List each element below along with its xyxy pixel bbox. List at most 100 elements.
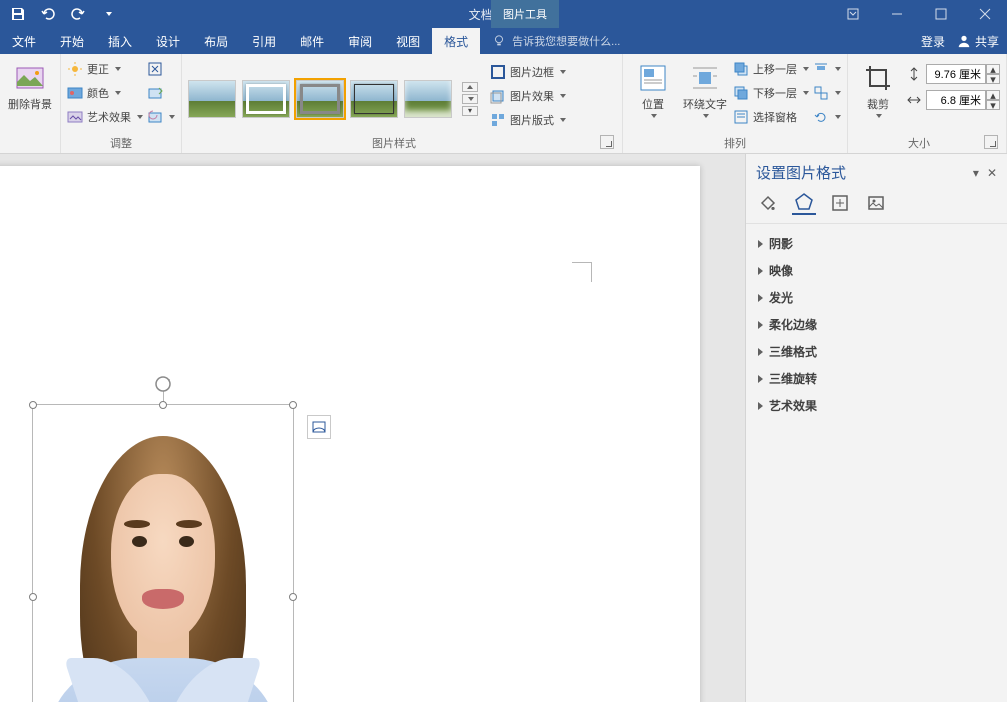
crop-icon — [862, 62, 894, 94]
border-icon — [490, 64, 506, 80]
rotate-icon — [813, 109, 829, 125]
reset-picture-button[interactable] — [147, 106, 175, 128]
send-backward-button[interactable]: 下移一层 — [733, 82, 809, 104]
group-arrange: 位置 环绕文字 上移一层 下移一层 选择窗格 排列 — [623, 54, 848, 153]
rotate-button[interactable] — [813, 106, 841, 128]
login-link[interactable]: 登录 — [921, 33, 945, 50]
pane-section-reflection[interactable]: 映像 — [750, 257, 1003, 284]
pane-section-soft-edges[interactable]: 柔化边缘 — [750, 311, 1003, 338]
tell-me-search[interactable]: 告诉我您想要做什么... — [480, 28, 921, 54]
wrap-text-button[interactable]: 环绕文字 — [681, 58, 729, 118]
style-thumb-4[interactable] — [350, 80, 398, 118]
resize-handle-tl[interactable] — [29, 401, 37, 409]
tab-file[interactable]: 文件 — [0, 28, 48, 54]
gallery-up[interactable] — [462, 82, 478, 92]
brightness-icon — [67, 61, 83, 77]
tell-me-placeholder: 告诉我您想要做什么... — [512, 33, 620, 49]
lightbulb-icon — [492, 34, 506, 48]
redo-button[interactable] — [64, 1, 92, 27]
tab-home[interactable]: 开始 — [48, 28, 96, 54]
align-button[interactable] — [813, 58, 841, 80]
group-objects-button[interactable] — [813, 82, 841, 104]
layout-icon — [490, 112, 506, 128]
pane-section-glow[interactable]: 发光 — [750, 284, 1003, 311]
picture-effects-button[interactable]: 图片效果 — [490, 85, 566, 107]
align-icon — [813, 61, 829, 77]
ribbon: 删除背景 更正 颜色 艺术效果 — [0, 54, 1007, 154]
width-down[interactable]: ▾ — [986, 100, 1000, 110]
picture-layout-button[interactable]: 图片版式 — [490, 109, 566, 131]
tab-format[interactable]: 格式 — [432, 28, 480, 54]
gallery-down[interactable] — [462, 94, 478, 104]
margin-corner — [572, 262, 592, 282]
rotate-handle[interactable] — [154, 375, 172, 393]
format-picture-pane: 设置图片格式 ▾ ✕ 阴影 映像 发光 柔化边缘 三维格式 三维旋转 艺术效果 — [745, 154, 1007, 702]
style-thumb-1[interactable] — [188, 80, 236, 118]
layout-options-button[interactable] — [307, 415, 331, 439]
group-adjust: 更正 颜色 艺术效果 调整 — [61, 54, 182, 153]
tab-insert[interactable]: 插入 — [96, 28, 144, 54]
gallery-scroll: ▾ — [462, 82, 478, 116]
maximize-button[interactable] — [919, 0, 963, 28]
width-icon — [906, 92, 922, 108]
size-dialog-launcher[interactable] — [984, 135, 998, 149]
tab-view[interactable]: 视图 — [384, 28, 432, 54]
bring-forward-button[interactable]: 上移一层 — [733, 58, 809, 80]
tab-layout[interactable]: 布局 — [192, 28, 240, 54]
crop-button[interactable]: 裁剪 — [854, 58, 902, 118]
pane-menu[interactable]: ▾ — [973, 166, 979, 180]
tab-mailings[interactable]: 邮件 — [288, 28, 336, 54]
style-thumb-3[interactable] — [296, 80, 344, 118]
undo-button[interactable] — [34, 1, 62, 27]
pane-title: 设置图片格式 — [756, 162, 846, 183]
pane-section-shadow[interactable]: 阴影 — [750, 230, 1003, 257]
minimize-button[interactable] — [875, 0, 919, 28]
change-picture-button[interactable] — [147, 82, 175, 104]
remove-background-button[interactable]: 删除背景 — [6, 58, 54, 112]
gallery-more-button[interactable]: ▾ — [462, 106, 478, 116]
styles-dialog-launcher[interactable] — [600, 135, 614, 149]
selection-pane-button[interactable]: 选择窗格 — [733, 106, 809, 128]
style-thumb-5[interactable] — [404, 80, 452, 118]
picture-icon — [866, 193, 886, 213]
layout-category[interactable] — [828, 191, 852, 215]
style-thumb-2[interactable] — [242, 80, 290, 118]
wrap-icon — [689, 62, 721, 94]
selected-picture[interactable] — [32, 404, 294, 702]
resize-handle-r[interactable] — [289, 593, 297, 601]
save-button[interactable] — [4, 1, 32, 27]
tab-references[interactable]: 引用 — [240, 28, 288, 54]
position-icon — [637, 62, 669, 94]
pentagon-icon — [794, 192, 814, 212]
ribbon-options-button[interactable] — [831, 0, 875, 28]
fill-line-category[interactable] — [756, 191, 780, 215]
pane-section-3d-rotation[interactable]: 三维旋转 — [750, 365, 1003, 392]
workspace: 设置图片格式 ▾ ✕ 阴影 映像 发光 柔化边缘 三维格式 三维旋转 艺术效果 — [0, 154, 1007, 702]
color-button[interactable]: 颜色 — [67, 82, 143, 104]
effects-category[interactable] — [792, 191, 816, 215]
resize-handle-tr[interactable] — [289, 401, 297, 409]
picture-border-button[interactable]: 图片边框 — [490, 61, 566, 83]
tab-design[interactable]: 设计 — [144, 28, 192, 54]
height-input[interactable]: ▴▾ — [926, 64, 1000, 84]
resize-handle-t[interactable] — [159, 401, 167, 409]
corrections-button[interactable]: 更正 — [67, 58, 143, 80]
artistic-effects-button[interactable]: 艺术效果 — [67, 106, 143, 128]
pane-close[interactable]: ✕ — [987, 166, 997, 180]
share-button[interactable]: 共享 — [957, 33, 999, 50]
pane-section-3d-format[interactable]: 三维格式 — [750, 338, 1003, 365]
height-down[interactable]: ▾ — [986, 74, 1000, 84]
tab-review[interactable]: 审阅 — [336, 28, 384, 54]
resize-handle-l[interactable] — [29, 593, 37, 601]
position-button[interactable]: 位置 — [629, 58, 677, 118]
account-area: 登录 共享 — [921, 28, 1007, 54]
qat-customize[interactable] — [94, 1, 122, 27]
compress-pictures-button[interactable] — [147, 58, 175, 80]
size-props-icon — [830, 193, 850, 213]
pane-section-artistic[interactable]: 艺术效果 — [750, 392, 1003, 419]
width-input[interactable]: ▴▾ — [926, 90, 1000, 110]
picture-category[interactable] — [864, 191, 888, 215]
layout-options-icon — [311, 419, 327, 435]
document-area[interactable] — [0, 154, 745, 702]
close-button[interactable] — [963, 0, 1007, 28]
